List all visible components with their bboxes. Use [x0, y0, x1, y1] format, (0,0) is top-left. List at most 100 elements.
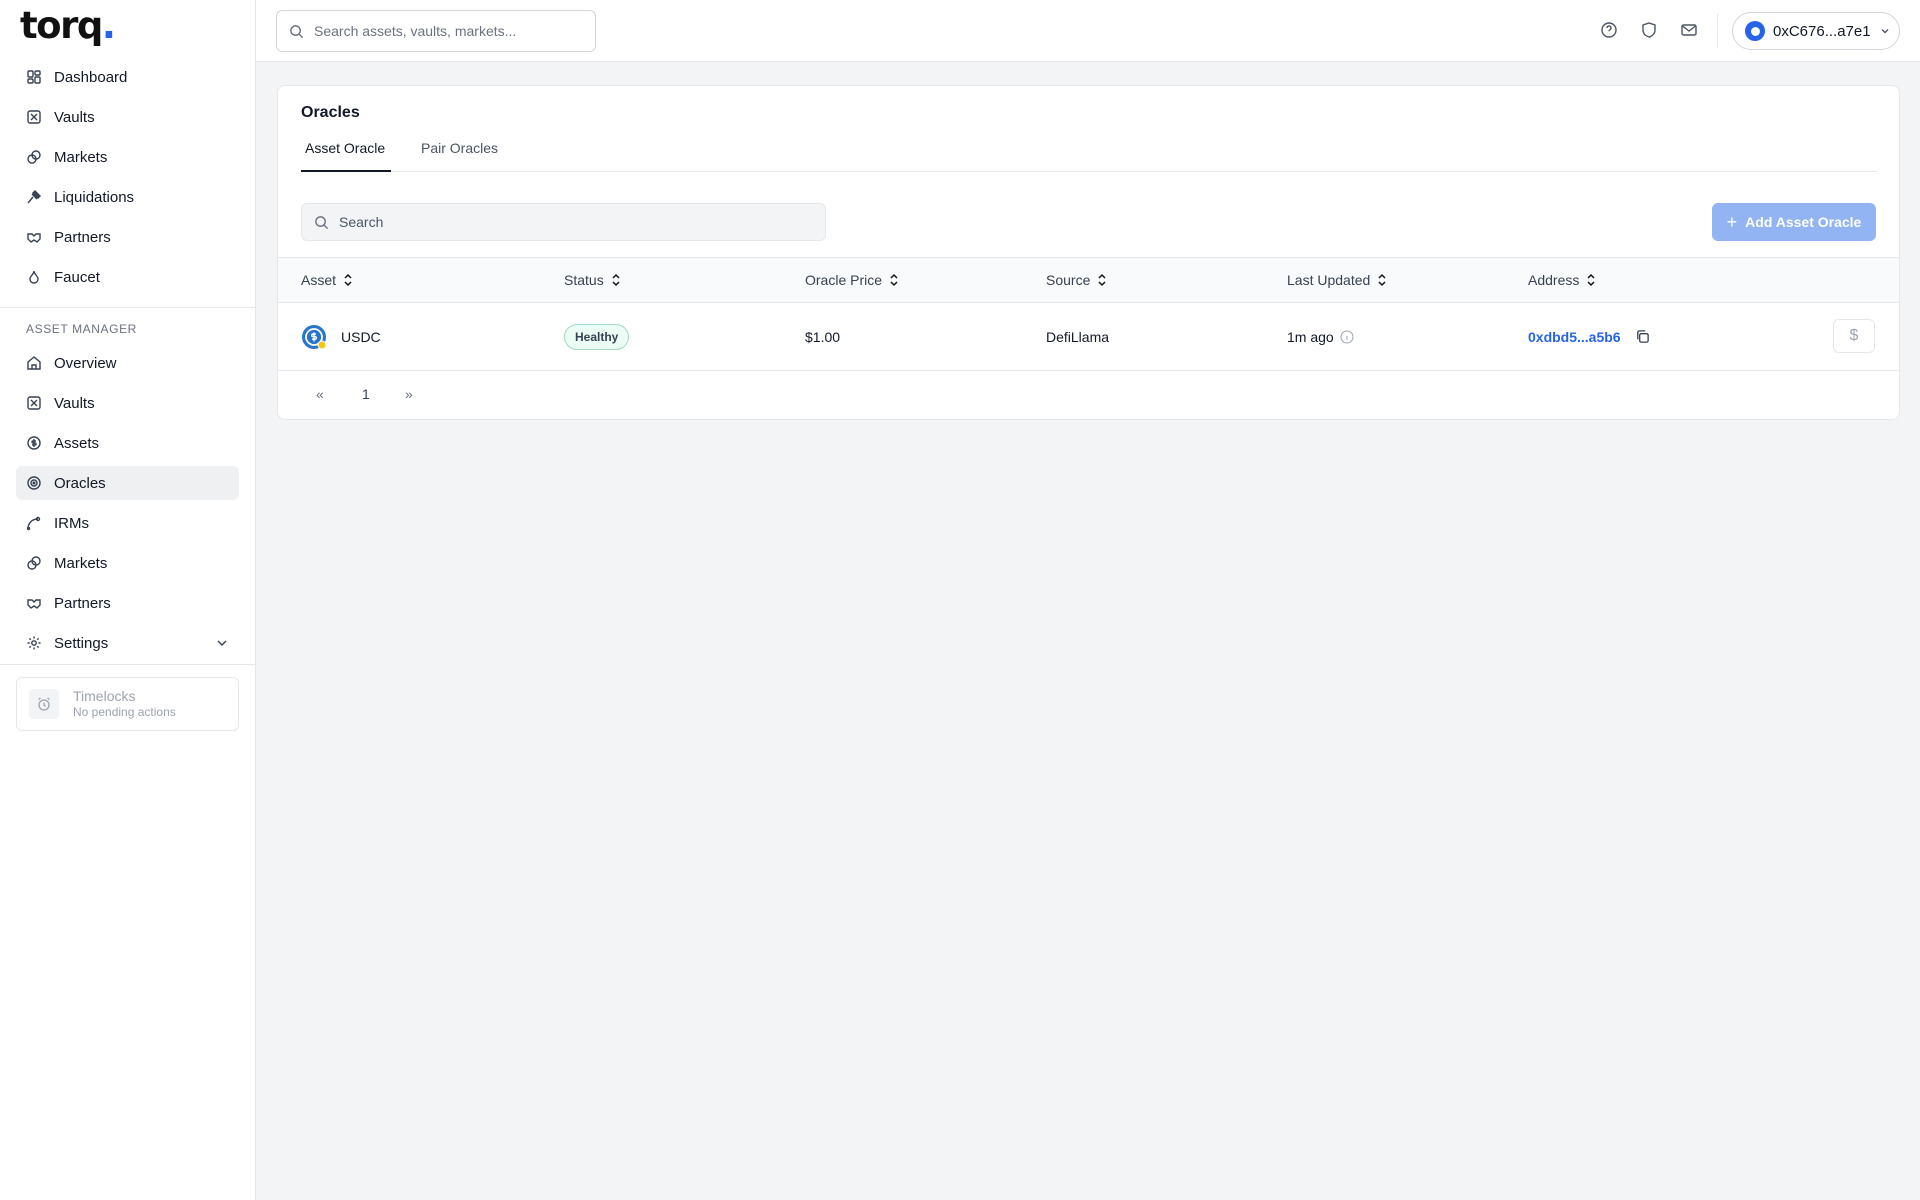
- curve-icon: [26, 515, 42, 531]
- sort-icon: [1098, 273, 1106, 287]
- wallet-address: 0xC676...a7e1: [1773, 22, 1871, 40]
- mail-icon[interactable]: [1680, 21, 1698, 39]
- column-header-asset[interactable]: Asset: [301, 258, 354, 302]
- sidebar-item-settings[interactable]: Settings: [16, 626, 239, 660]
- faucet-icon: [26, 269, 42, 285]
- sidebar-item-label: Partners: [54, 228, 111, 246]
- markets-icon: [26, 149, 42, 165]
- search-icon: [290, 24, 304, 38]
- address-link[interactable]: 0xdbd5...a5b6: [1528, 329, 1621, 345]
- gavel-icon: [26, 189, 42, 205]
- table-header: Asset Status Oracle Price Source Last Up…: [278, 257, 1899, 303]
- timelocks-subtitle: No pending actions: [73, 705, 176, 719]
- vault-icon: [26, 109, 42, 125]
- sidebar-item-label: Faucet: [54, 268, 100, 286]
- row-action-button[interactable]: $: [1833, 319, 1875, 353]
- timelocks-panel[interactable]: Timelocks No pending actions: [16, 677, 239, 731]
- logo[interactable]: torq.: [20, 6, 116, 46]
- sort-icon: [890, 273, 898, 287]
- sidebar-item-label: Vaults: [54, 394, 95, 412]
- wallet-button[interactable]: 0xC676...a7e1: [1732, 12, 1900, 50]
- sidebar-item-am-markets[interactable]: Markets: [16, 546, 239, 580]
- top-header: 0xC676...a7e1: [256, 0, 1920, 62]
- pagination: « 1 »: [278, 372, 1899, 419]
- plus-icon: +: [1726, 211, 1738, 232]
- table-row[interactable]: USDC Healthy $1.00 DefiLlama 1m ago 0xdb…: [278, 303, 1899, 371]
- gear-icon: [26, 635, 42, 651]
- pagination-page[interactable]: 1: [362, 386, 370, 402]
- sidebar-item-am-partners[interactable]: Partners: [16, 586, 239, 620]
- dashboard-icon: [26, 69, 42, 85]
- column-label: Oracle Price: [805, 272, 883, 288]
- oracles-card: Oracles Asset Oracle Pair Oracles + Add …: [277, 85, 1900, 420]
- last-updated-value: 1m ago: [1287, 328, 1334, 345]
- header-divider: [1717, 14, 1718, 48]
- copy-icon[interactable]: [1635, 329, 1650, 344]
- oracle-search-input[interactable]: [339, 214, 819, 230]
- wallet-avatar-icon: [1745, 21, 1765, 41]
- sidebar-item-assets[interactable]: Assets: [16, 426, 239, 460]
- tab-bar: Asset Oracle Pair Oracles: [301, 136, 1877, 172]
- cell-last-updated: 1m ago: [1287, 303, 1354, 370]
- sidebar-item-label: Overview: [54, 354, 117, 372]
- sidebar-item-partners[interactable]: Partners: [16, 220, 239, 254]
- handshake-icon: [26, 595, 42, 611]
- column-header-source[interactable]: Source: [1046, 258, 1108, 302]
- cell-source: DefiLlama: [1046, 328, 1110, 345]
- pagination-prev[interactable]: «: [316, 386, 324, 402]
- sidebar-item-label: Liquidations: [54, 188, 135, 206]
- alarm-clock-icon: [29, 689, 59, 719]
- vault-icon: [26, 395, 42, 411]
- sidebar-item-overview[interactable]: Overview: [16, 346, 239, 380]
- sidebar-divider: [0, 664, 255, 665]
- status-badge: Healthy: [564, 323, 630, 350]
- column-header-status[interactable]: Status: [564, 258, 622, 302]
- column-label: Address: [1528, 272, 1580, 288]
- sidebar-item-faucet[interactable]: Faucet: [16, 260, 239, 294]
- sidebar-item-am-vaults[interactable]: Vaults: [16, 386, 239, 420]
- sidebar-item-vaults[interactable]: Vaults: [16, 100, 239, 134]
- add-asset-oracle-button[interactable]: + Add Asset Oracle: [1712, 203, 1876, 241]
- shield-icon[interactable]: [1640, 21, 1658, 39]
- column-label: Status: [564, 272, 604, 288]
- page-title: Oracles: [301, 104, 360, 121]
- sidebar-item-irms[interactable]: IRMs: [16, 506, 239, 540]
- cell-oracle-price: $1.00: [805, 328, 841, 345]
- sidebar-item-label: Markets: [54, 554, 108, 572]
- cell-asset: USDC: [301, 303, 381, 370]
- sidebar-item-dashboard[interactable]: Dashboard: [16, 60, 239, 94]
- sort-icon: [344, 273, 352, 287]
- column-label: Source: [1046, 272, 1091, 288]
- global-search[interactable]: [276, 10, 596, 52]
- oracle-search[interactable]: [301, 203, 826, 241]
- usdc-logo-icon: [302, 324, 327, 349]
- column-header-address[interactable]: Address: [1528, 258, 1597, 302]
- sort-icon: [1378, 273, 1386, 287]
- sidebar: torq. Dashboard Vaults Markets Liquidati…: [0, 0, 256, 1200]
- sidebar-item-label: IRMs: [54, 514, 89, 532]
- help-icon[interactable]: [1600, 21, 1618, 39]
- sort-icon: [612, 273, 620, 287]
- sidebar-item-label: Assets: [54, 434, 100, 452]
- column-header-last-updated[interactable]: Last Updated: [1287, 258, 1388, 302]
- dollar-circle-icon: [26, 435, 42, 451]
- sidebar-item-markets[interactable]: Markets: [16, 140, 239, 174]
- sidebar-item-liquidations[interactable]: Liquidations: [16, 180, 239, 214]
- chevron-down-icon: [217, 640, 227, 646]
- tab-asset-oracle[interactable]: Asset Oracle: [301, 136, 391, 172]
- sidebar-item-label: Settings: [54, 634, 109, 652]
- column-header-oracle-price[interactable]: Oracle Price: [805, 258, 900, 302]
- add-asset-oracle-label: Add Asset Oracle: [1745, 214, 1862, 230]
- sidebar-item-label: Partners: [54, 594, 111, 612]
- sidebar-item-label: Vaults: [54, 108, 95, 126]
- global-search-input[interactable]: [314, 23, 584, 39]
- asset-symbol: USDC: [341, 328, 381, 345]
- info-icon[interactable]: [1340, 330, 1354, 344]
- dollar-icon: $: [1849, 327, 1859, 344]
- pagination-next[interactable]: »: [405, 386, 413, 402]
- sidebar-item-oracles[interactable]: Oracles: [16, 466, 239, 500]
- section-label-asset-manager: ASSET MANAGER: [26, 322, 137, 336]
- tab-pair-oracles[interactable]: Pair Oracles: [417, 136, 502, 172]
- column-label: Asset: [301, 272, 337, 288]
- chevron-down-icon: [1881, 29, 1889, 34]
